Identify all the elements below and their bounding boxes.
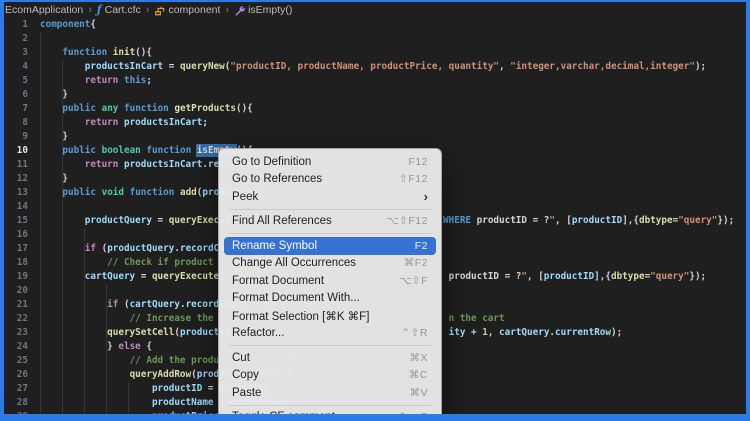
vscode-window: EcomApplication › ƒ Cart.cfc › component… [0, 0, 750, 421]
code-text: } [40, 130, 68, 144]
line-number: 11 [4, 158, 28, 172]
code-text: productPrice = [40, 410, 236, 421]
menu-item-format-document[interactable]: Format Document⌥⇧F [224, 272, 436, 290]
menu-item-paste[interactable]: Paste⌘V [224, 384, 436, 402]
code-text: return productsInCart; [40, 116, 208, 130]
line-number: 6 [4, 88, 28, 102]
menu-item-shortcut: ⌃⇧R [401, 327, 428, 339]
menu-item-label: Find All References [232, 215, 387, 227]
menu-item-label: Toggle CF comment [232, 411, 398, 421]
menu-item-shortcut: ⌥⇧F12 [387, 215, 429, 227]
menu-item-label: Peek [232, 191, 424, 203]
line-number: 25 [4, 354, 28, 368]
code-line[interactable]: 2 [4, 32, 746, 46]
code-text: } [40, 88, 68, 102]
line-number: 21 [4, 298, 28, 312]
menu-item-find-all-references[interactable]: Find All References⌥⇧F12 [224, 213, 436, 231]
menu-item-copy[interactable]: Copy⌘C [224, 367, 436, 385]
menu-item-label: Rename Symbol [232, 240, 415, 252]
line-number: 17 [4, 242, 28, 256]
line-number: 26 [4, 368, 28, 382]
menu-item-format-document-with[interactable]: Format Document With... [224, 290, 436, 308]
menu-separator [229, 233, 431, 234]
menu-item-label: Cut [232, 352, 409, 364]
code-text: function init(){ [40, 46, 152, 60]
line-number: 5 [4, 74, 28, 88]
menu-item-label: Copy [232, 369, 409, 381]
menu-item-go-to-references[interactable]: Go to References⇧F12 [224, 171, 436, 189]
line-number: 12 [4, 172, 28, 186]
code-line[interactable]: 7 public any function getProducts(){ [4, 102, 746, 116]
menu-separator [229, 405, 431, 406]
menu-item-shortcut: ⌘X [409, 352, 428, 364]
menu-item-label: Go to References [232, 173, 399, 185]
line-number: 3 [4, 46, 28, 60]
line-number: 27 [4, 382, 28, 396]
menu-item-refactor[interactable]: Refactor...⌃⇧R [224, 325, 436, 343]
line-number: 28 [4, 396, 28, 410]
submenu-chevron-icon: › [424, 192, 428, 202]
menu-item-shortcut: ⇧F12 [399, 173, 428, 185]
line-number: 23 [4, 326, 28, 340]
menu-item-format-selection[interactable]: Format Selection [⌘K ⌘F] [224, 307, 436, 325]
menu-item-shortcut: F12 [408, 156, 428, 168]
code-line[interactable]: 1 component{ [4, 18, 746, 32]
code-text: component{ [40, 18, 96, 32]
menu-item-label: Format Document [232, 275, 399, 287]
code-text: productsInCart = queryNew("productID, pr… [40, 60, 706, 74]
code-line[interactable]: 3 function init(){ [4, 46, 746, 60]
code-text: } else { [40, 340, 152, 354]
line-number: 24 [4, 340, 28, 354]
code-line[interactable]: 8 return productsInCart; [4, 116, 746, 130]
line-number: 18 [4, 256, 28, 270]
menu-item-shortcut: ⌘C [409, 369, 428, 381]
code-line[interactable]: 5 return this; [4, 74, 746, 88]
code-text: return this; [40, 74, 152, 88]
menu-item-label: Format Document With... [232, 292, 428, 304]
line-number: 22 [4, 312, 28, 326]
menu-item-label: Paste [232, 387, 409, 399]
menu-item-shortcut: ⌥⇧F [399, 275, 428, 287]
menu-item-peek[interactable]: Peek› [224, 188, 436, 206]
menu-item-cut[interactable]: Cut⌘X [224, 349, 436, 367]
line-number: 13 [4, 186, 28, 200]
menu-item-rename-symbol[interactable]: Rename SymbolF2 [224, 237, 436, 255]
line-number: 14 [4, 200, 28, 214]
line-number: 2 [4, 32, 28, 46]
code-line[interactable]: 4 productsInCart = queryNew("productID, … [4, 60, 746, 74]
context-menu: Go to DefinitionF12Go to References⇧F12P… [218, 148, 442, 421]
menu-item-go-to-definition[interactable]: Go to DefinitionF12 [224, 153, 436, 171]
line-number: 1 [4, 18, 28, 32]
line-number: 19 [4, 270, 28, 284]
menu-item-label: Refactor... [232, 327, 401, 339]
line-number: 20 [4, 284, 28, 298]
menu-separator [229, 209, 431, 210]
code-line[interactable]: 9 } [4, 130, 746, 144]
code-text: } [40, 172, 68, 186]
menu-item-label: Go to Definition [232, 156, 408, 168]
menu-item-shortcut: ⌘F2 [404, 257, 428, 269]
line-number: 29 [4, 410, 28, 421]
line-number: 7 [4, 102, 28, 116]
code-text: public any function getProducts(){ [40, 102, 253, 116]
menu-separator [229, 345, 431, 346]
line-number: 16 [4, 228, 28, 242]
menu-item-shortcut: ⌃⌥C [398, 411, 428, 421]
menu-item-shortcut: F2 [415, 240, 428, 252]
menu-item-shortcut: ⌘V [409, 387, 428, 399]
line-number: 9 [4, 130, 28, 144]
menu-item-change-all-occurrences[interactable]: Change All Occurrences⌘F2 [224, 255, 436, 273]
code-line[interactable]: 6 } [4, 88, 746, 102]
line-number: 15 [4, 214, 28, 228]
line-number: 8 [4, 116, 28, 130]
menu-item-toggle-cf-comment[interactable]: Toggle CF comment⌃⌥C [224, 409, 436, 421]
line-number: 10 [4, 144, 28, 158]
menu-item-label: Change All Occurrences [232, 257, 404, 269]
menu-item-label: Format Selection [⌘K ⌘F] [232, 309, 428, 323]
line-number: 4 [4, 60, 28, 74]
